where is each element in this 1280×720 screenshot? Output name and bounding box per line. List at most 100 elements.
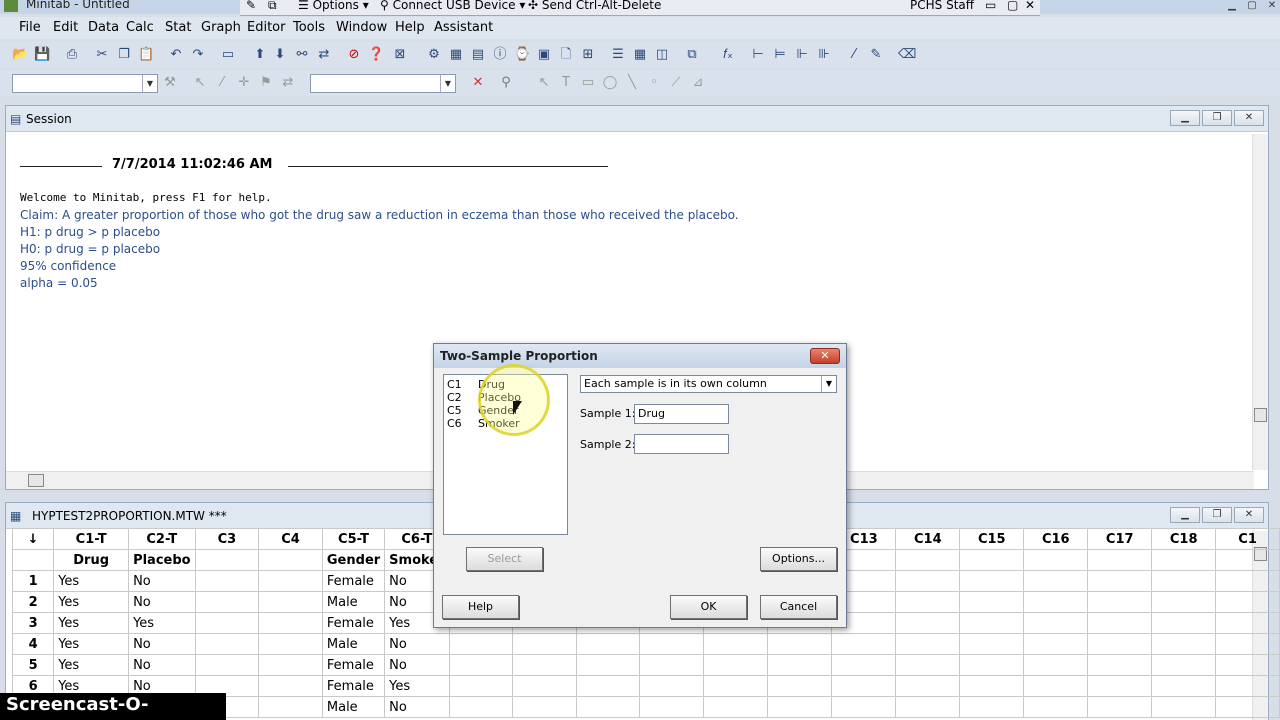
data-cell[interactable]: No [384, 696, 450, 718]
data-cell[interactable]: No [128, 654, 196, 676]
data-cell[interactable] [831, 675, 897, 697]
data-cell[interactable] [575, 633, 641, 655]
data-cell[interactable] [448, 675, 514, 697]
cut-icon[interactable]: ✂ [94, 47, 110, 63]
down-arrow-icon[interactable]: ⬇ [272, 47, 288, 63]
data-cell[interactable]: Yes [384, 675, 450, 697]
column-id-header[interactable]: C1-T [53, 528, 130, 550]
data-cell[interactable] [895, 570, 961, 592]
scroll-thumb[interactable] [1254, 408, 1267, 422]
menu-edit[interactable]: Edit [53, 20, 78, 35]
data-cell[interactable] [1087, 570, 1153, 592]
data-cell[interactable] [895, 654, 961, 676]
data-cell[interactable] [1151, 633, 1217, 655]
brush-icon[interactable]: ⁄ [846, 47, 862, 63]
column-id-header[interactable]: C18 [1151, 528, 1217, 550]
data-cell[interactable] [258, 612, 323, 634]
data-cell[interactable] [194, 612, 260, 634]
pointer-icon[interactable]: ↖ [536, 75, 552, 91]
polyline-icon[interactable]: ⟋ [668, 75, 684, 91]
data-cell[interactable] [1215, 633, 1280, 655]
new-worksheet-icon[interactable]: 🗋 [558, 47, 574, 63]
worksheet-minimize-button[interactable]: ▁ [1170, 507, 1200, 523]
data-cell[interactable] [1151, 654, 1217, 676]
function-icon[interactable]: 𝑓ₓ [720, 47, 736, 63]
column-id-header[interactable]: C3 [194, 528, 260, 550]
data-cell[interactable] [1151, 675, 1217, 697]
data-cell[interactable] [959, 612, 1025, 634]
data-cell[interactable] [1151, 570, 1217, 592]
data-cell[interactable] [448, 633, 514, 655]
data-cell[interactable] [1087, 612, 1153, 634]
column-name-cell[interactable] [194, 549, 260, 571]
data-cell[interactable] [1151, 612, 1217, 634]
data-cell[interactable]: Yes [53, 591, 130, 613]
data-cell[interactable] [703, 696, 769, 718]
data-cell[interactable] [959, 696, 1025, 718]
data-cell[interactable] [639, 696, 705, 718]
data-cell[interactable]: Female [321, 675, 386, 697]
menu-editor[interactable]: Editor [247, 20, 285, 35]
replace-icon[interactable]: ⇄ [316, 47, 332, 63]
data-cell[interactable]: Yes [53, 570, 130, 592]
row-number[interactable]: 1 [11, 570, 55, 592]
edit-last-dialog-icon[interactable]: ▭ [220, 47, 236, 63]
menu-file[interactable]: File [19, 20, 41, 35]
data-cell[interactable] [1023, 570, 1089, 592]
data-cell[interactable]: No [128, 591, 196, 613]
grid-corner[interactable]: ↓ [11, 528, 55, 550]
data-cell[interactable] [512, 633, 577, 655]
assistant-icon-2[interactable]: ⊨ [772, 47, 788, 63]
menu-graph[interactable]: Graph [201, 20, 241, 35]
column-name-cell[interactable] [1087, 549, 1153, 571]
show-session-icon[interactable]: ☰ [610, 47, 626, 63]
dialog-close-button[interactable]: ✕ [810, 348, 840, 364]
data-cell[interactable] [258, 570, 323, 592]
data-cell[interactable] [959, 570, 1025, 592]
row-number[interactable]: 5 [11, 654, 55, 676]
scroll-thumb[interactable] [28, 474, 44, 487]
find-icon[interactable]: ⚯ [294, 47, 310, 63]
worksheet-restore-button[interactable]: ❐ [1202, 507, 1232, 523]
data-cell[interactable] [1087, 633, 1153, 655]
data-cell[interactable] [1087, 675, 1153, 697]
data-cell[interactable] [767, 675, 833, 697]
data-cell[interactable]: Yes [53, 633, 130, 655]
column-name-cell[interactable]: Gender [321, 549, 386, 571]
polygon-icon[interactable]: ⊿ [690, 75, 706, 91]
data-cell[interactable] [1087, 591, 1153, 613]
menu-window[interactable]: Window [336, 20, 387, 35]
data-window-icon[interactable]: ▦ [448, 47, 464, 63]
sample1-input[interactable]: Drug [634, 404, 729, 424]
minimize-icon[interactable]: ▭ [985, 0, 996, 12]
data-cell[interactable] [194, 591, 260, 613]
annotation-combo[interactable]: ▼ [310, 74, 456, 93]
close-graphs-icon[interactable]: ⧉ [684, 47, 700, 63]
data-cell[interactable] [258, 654, 323, 676]
data-cell[interactable] [575, 696, 641, 718]
line-icon[interactable]: ╲ [624, 75, 640, 91]
column-name-cell[interactable] [1023, 549, 1089, 571]
info-icon[interactable]: ⓘ [492, 47, 508, 63]
data-cell[interactable] [258, 633, 323, 655]
column-name-cell[interactable] [959, 549, 1025, 571]
data-cell[interactable] [448, 696, 514, 718]
session-minimize-button[interactable]: ▁ [1170, 110, 1200, 126]
app-minimize-icon[interactable]: ▁ [1222, 0, 1242, 12]
column-id-header[interactable]: C15 [959, 528, 1025, 550]
rectangle-icon[interactable]: ▭ [580, 75, 596, 91]
data-cell[interactable] [512, 675, 577, 697]
data-cell[interactable] [1151, 696, 1217, 718]
history-icon[interactable]: ⌚ [514, 47, 530, 63]
data-cell[interactable] [895, 612, 961, 634]
up-arrow-icon[interactable]: ⬆ [252, 47, 268, 63]
cancel-icon[interactable]: ⊘ [346, 47, 362, 63]
data-cell[interactable] [448, 654, 514, 676]
data-cell[interactable] [575, 654, 641, 676]
column-id-header[interactable]: C17 [1087, 528, 1153, 550]
data-cell[interactable] [194, 633, 260, 655]
zoom-icon[interactable]: ⚲ [498, 75, 514, 91]
data-cell[interactable]: Female [321, 654, 386, 676]
select-button[interactable]: Select [466, 547, 543, 571]
menu-assistant[interactable]: Assistant [434, 20, 493, 35]
